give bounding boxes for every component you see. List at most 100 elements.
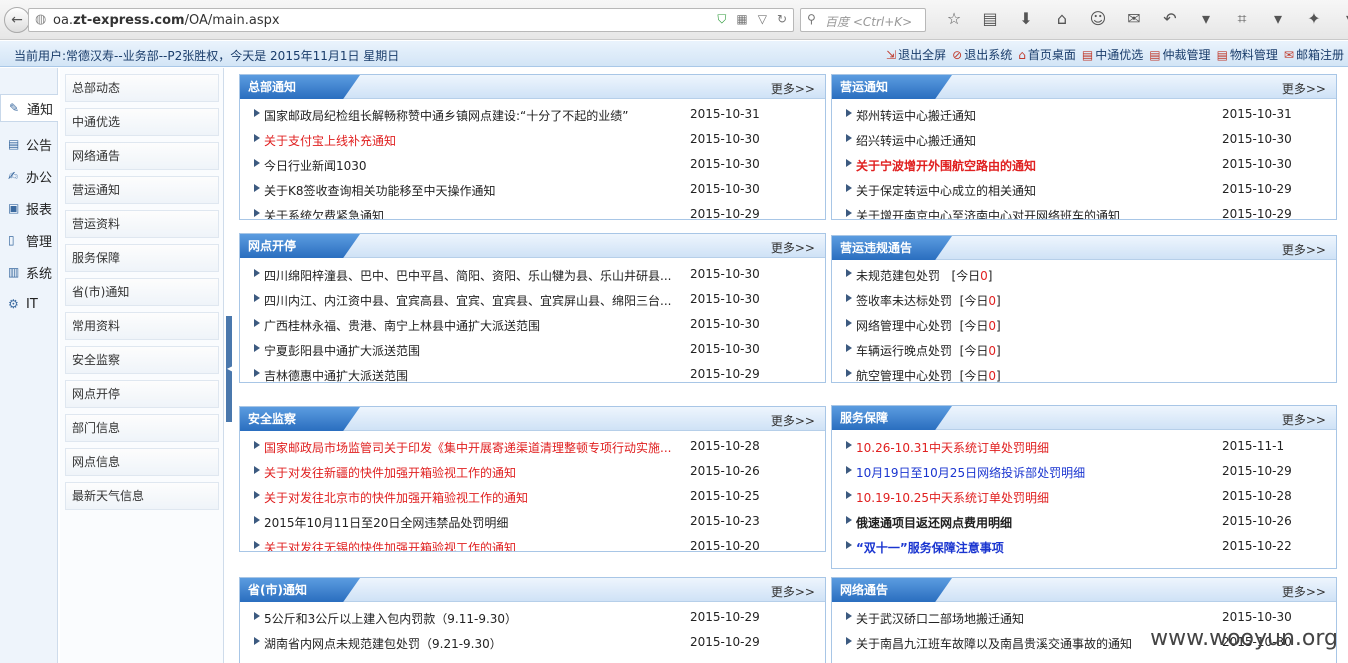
bullet-icon xyxy=(254,466,260,474)
list-item[interactable]: 车辆运行晚点处罚 [今日0] xyxy=(832,337,1336,362)
list-item[interactable]: 网络管理中心处罚 [今日0] xyxy=(832,312,1336,337)
collapse-arrow-icon[interactable]: ◀ xyxy=(227,364,233,373)
list-item[interactable]: “双十一”服务保障注意事项 2015-10-22 xyxy=(832,534,1336,559)
back-button[interactable]: ← xyxy=(4,7,30,33)
list-item[interactable]: 航空管理中心处罚 [今日0] xyxy=(832,362,1336,382)
mailbox-register-link[interactable]: ✉ 邮箱注册 xyxy=(1284,46,1344,63)
submenu-weather[interactable]: 最新天气信息 xyxy=(65,482,219,510)
submenu-province[interactable]: 省(市)通知 xyxy=(65,278,219,306)
list-item[interactable]: 宁夏彭阳县中通扩大派送范围 2015-10-30 xyxy=(240,337,825,362)
submenu-common-data[interactable]: 常用资料 xyxy=(65,312,219,340)
more-link[interactable]: 更多>> xyxy=(771,239,815,256)
panel-province: 省(市)通知 更多>> 5公斤和3公斤以上建入包内罚款（9.11-9.30） 201… xyxy=(239,577,826,663)
list-item[interactable]: 国家邮政局纪检组长解畅称赞中通乡镇网点建设:“十分了不起的业绩” 2015-10-… xyxy=(240,102,825,127)
menu-announcement[interactable]: ▤ 公告 xyxy=(0,130,58,158)
zt-preferred-link[interactable]: ▤ 中通优选 xyxy=(1082,46,1143,63)
list-item[interactable]: 今日行业新闻1030 2015-10-30 xyxy=(240,152,825,177)
list-item[interactable]: 关于保定转运中心成立的相关通知 2015-10-29 xyxy=(832,177,1336,202)
list-item[interactable]: 签收率未达标处罚 [今日0] xyxy=(832,287,1336,312)
submenu-branch-info[interactable]: 网点信息 xyxy=(65,448,219,476)
more-link[interactable]: 更多>> xyxy=(1282,411,1326,428)
menu-office[interactable]: ✍ 办公 xyxy=(0,162,58,190)
search-icon: ⚲ xyxy=(807,12,816,26)
bullet-icon xyxy=(254,109,260,117)
chevron-down-icon[interactable]: ▾ xyxy=(1332,9,1348,29)
list-item[interactable]: 关于对发往北京市的快件加强开箱验视工作的通知 2015-10-25 xyxy=(240,484,825,509)
list-item[interactable]: 10.26-10.31中天系统订单处罚明细 2015-11-1 xyxy=(832,434,1336,459)
submenu-hq-news[interactable]: 总部动态 xyxy=(65,74,219,102)
list-item[interactable]: 关于支付宝上线补充通知 2015-10-30 xyxy=(240,127,825,152)
shield-icon[interactable]: ⛉ xyxy=(717,12,726,27)
bookmark-star-icon[interactable]: ☆ xyxy=(936,9,972,29)
exit-fullscreen-link[interactable]: ⇲ 退出全屏 xyxy=(886,46,946,63)
menu-report[interactable]: ▣ 报表 xyxy=(0,194,58,222)
material-link[interactable]: ▤ 物料管理 xyxy=(1217,46,1278,63)
submenu-safety[interactable]: 安全监察 xyxy=(65,346,219,374)
arbitration-link[interactable]: ▤ 仲裁管理 xyxy=(1149,46,1210,63)
list-item[interactable]: 绍兴转运中心搬迁通知 2015-10-30 xyxy=(832,127,1336,152)
panel-service: 服务保障 更多>> 10.26-10.31中天系统订单处罚明细 2015-11-1 … xyxy=(831,405,1337,569)
more-link[interactable]: 更多>> xyxy=(771,412,815,429)
list-item[interactable]: 未规范建包处罚 [今日0] xyxy=(832,262,1336,287)
submenu-department[interactable]: 部门信息 xyxy=(65,414,219,442)
list-item[interactable]: 5公斤和3公斤以上建入包内罚款（9.11-9.30） 2015-10-29 xyxy=(240,605,825,630)
bullet-icon xyxy=(254,491,260,499)
user-info-text: 当前用户:常德汉寿--业务部--P2张胜权，今天是 2015年11月1日 星期日 xyxy=(14,49,400,63)
list-item[interactable]: 吉林德惠中通扩大派送范围 2015-10-29 xyxy=(240,362,825,382)
list-item[interactable]: 国家邮政局市场监管司关于印发《集中开展寄递渠道清理整顿专项行动实施... 2015… xyxy=(240,434,825,459)
exit-system-link[interactable]: ⊘ 退出系统 xyxy=(952,46,1012,63)
list-item[interactable]: 湖南省内网点未规范建包处罚（9.21-9.30） 2015-10-29 xyxy=(240,630,825,655)
dropdown-icon[interactable]: ▽ xyxy=(758,12,767,27)
more-link[interactable]: 更多>> xyxy=(771,583,815,600)
list-item[interactable]: 关于宁波增开外围航空路由的通知 2015-10-30 xyxy=(832,152,1336,177)
menu-it[interactable]: ⚙ IT xyxy=(0,290,58,318)
submenu-service[interactable]: 服务保障 xyxy=(65,244,219,272)
bullet-icon xyxy=(846,209,852,217)
chevron-down-icon[interactable]: ▾ xyxy=(1188,9,1224,29)
undo-icon[interactable]: ↶ xyxy=(1152,9,1188,29)
list-item[interactable]: 关于对发往无锡的快件加强开箱验视工作的通知 2015-10-20 xyxy=(240,534,825,551)
extension-icon[interactable]: ✦ xyxy=(1296,9,1332,29)
more-link[interactable]: 更多>> xyxy=(1282,241,1326,258)
address-bar[interactable]: ◍ oa.zt-express.com/OA/main.aspx ⛉ ▦ ▽ ↻ xyxy=(28,8,794,32)
submenu-ops-notice[interactable]: 营运通知 xyxy=(65,176,219,204)
reload-icon[interactable]: ↻ xyxy=(777,12,787,27)
panel-safety: 安全监察 更多>> 国家邮政局市场监管司关于印发《集中开展寄递渠道清理整顿专项行动… xyxy=(239,406,826,552)
submenu-ops-data[interactable]: 营运资料 xyxy=(65,210,219,238)
qr-code-icon[interactable]: ▦ xyxy=(736,12,747,27)
list-item[interactable]: 10.19-10.25中天系统订单处罚明细 2015-10-28 xyxy=(832,484,1336,509)
menu-system[interactable]: ▥ 系统 xyxy=(0,258,58,286)
more-link[interactable]: 更多>> xyxy=(1282,80,1326,97)
list-item[interactable]: 关于增开南京中心至济南中心对开网络班车的通知 2015-10-29 xyxy=(832,202,1336,219)
submenu-network-notice[interactable]: 网络通告 xyxy=(65,142,219,170)
chevron-down-icon[interactable]: ▾ xyxy=(1260,9,1296,29)
list-item[interactable]: 郑州转运中心搬迁通知 2015-10-31 xyxy=(832,102,1336,127)
list-item[interactable]: 俄速通项目返还网点费用明细 2015-10-26 xyxy=(832,509,1336,534)
list-item[interactable]: 广西桂林永福、贵港、南宁上林县中通扩大派送范围 2015-10-30 xyxy=(240,312,825,337)
list-item[interactable]: 四川内江、内江资中县、宜宾高县、宜宾、宜宾县、宜宾屏山县、绵阳三台... 2015… xyxy=(240,287,825,312)
list-item[interactable]: 10月19日至10月25日网络投诉部处罚明细 2015-10-29 xyxy=(832,459,1336,484)
list-item[interactable]: 2015年10月11日至20日全网违禁品处罚明细 2015-10-23 xyxy=(240,509,825,534)
more-link[interactable]: 更多>> xyxy=(1282,583,1326,600)
chat-icon[interactable]: ☺ xyxy=(1080,9,1116,29)
search-input[interactable]: ⚲ 百度 <Ctrl+K> xyxy=(800,8,926,32)
submenu-branch-open[interactable]: 网点开停 xyxy=(65,380,219,408)
download-icon[interactable]: ⬇ xyxy=(1008,9,1044,29)
bullet-icon xyxy=(254,269,260,277)
home-desktop-link[interactable]: ⌂ 首页桌面 xyxy=(1018,46,1076,63)
reading-list-icon[interactable]: ▤ xyxy=(972,9,1008,29)
message-icon[interactable]: ✉ xyxy=(1116,9,1152,29)
report-icon: ▣ xyxy=(8,201,20,215)
more-link[interactable]: 更多>> xyxy=(771,80,815,97)
submenu-zt-preferred[interactable]: 中通优选 xyxy=(65,108,219,136)
list-item[interactable]: 关于系统欠费紧急通知 2015-10-29 xyxy=(240,202,825,219)
list-item[interactable]: 关于对发往新疆的快件加强开箱验视工作的通知 2015-10-26 xyxy=(240,459,825,484)
home-icon: ⌂ xyxy=(1018,47,1026,62)
home-icon[interactable]: ⌂ xyxy=(1044,9,1080,29)
menu-manage[interactable]: ▯ 管理 xyxy=(0,226,58,254)
list-item[interactable]: 四川绵阳梓潼县、巴中、巴中平昌、简阳、资阳、乐山犍为县、乐山井研县... 2015… xyxy=(240,262,825,287)
list-item[interactable]: 关于K8签收查询相关功能移至中天操作通知 2015-10-30 xyxy=(240,177,825,202)
menu-notice[interactable]: ✎ 通知 xyxy=(0,94,58,122)
crop-icon[interactable]: ⌗ xyxy=(1224,9,1260,29)
mail-icon: ✉ xyxy=(1283,47,1294,62)
